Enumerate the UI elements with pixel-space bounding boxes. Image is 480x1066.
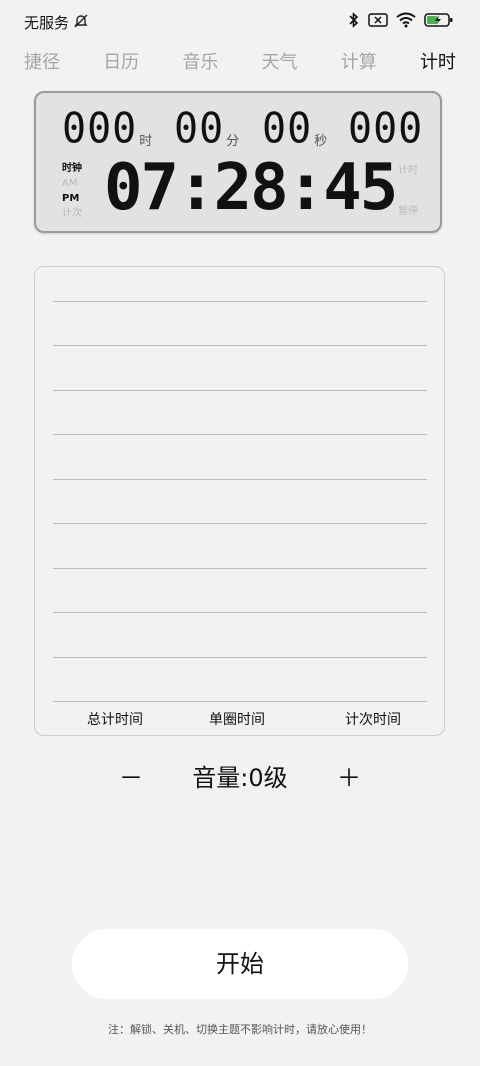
am-label: AM (62, 178, 78, 189)
mode-indicators: 时钟 AM PM 计次 (62, 161, 92, 221)
stopwatch-readout: 000 时 00 分 00 秒 000 (62, 104, 424, 154)
seconds-group: 00 秒 (262, 104, 328, 154)
total-time-header: 总计时间 (87, 712, 143, 728)
millis-group: 000 (348, 104, 424, 154)
mode-count-label: 计次 (62, 208, 82, 219)
volume-label: 音量:0级 (192, 764, 288, 792)
sim-none-icon (368, 12, 388, 28)
footer-note: 注：解锁、关机、切换主题不影响计时，请放心使用！ (108, 1023, 372, 1036)
timing-label: 计时 (398, 165, 418, 176)
seconds-unit: 秒 (314, 134, 328, 149)
start-button[interactable]: 开始 (72, 929, 408, 999)
battery-charging-icon (424, 12, 454, 28)
seconds-value: 00 (262, 104, 313, 154)
lap-time-header: 单圈时间 (209, 712, 265, 728)
count-time-header: 计次时间 (345, 712, 401, 728)
lap-list: 总计时间 单圈时间 计次时间 (34, 266, 445, 736)
volume-down-button[interactable]: － (116, 758, 146, 798)
hours-value: 000 (62, 104, 138, 154)
lap-row-divider (53, 301, 427, 302)
tab-bar: 捷径 日历 音乐 天气 计算 计时 (24, 46, 456, 76)
tab-timer[interactable]: 计时 (420, 46, 456, 76)
paused-label: 暂停 (398, 206, 418, 217)
lap-row-divider (53, 345, 427, 346)
state-indicators: 计时 暂停 (398, 161, 418, 217)
hours-group: 000 时 (62, 104, 153, 154)
hours-unit: 时 (139, 134, 153, 149)
lap-column-headers: 总计时间 单圈时间 计次时间 (35, 709, 444, 729)
millis-value: 000 (348, 104, 424, 154)
status-left: 无服务 (24, 12, 89, 33)
lap-row-divider (53, 479, 427, 480)
lap-row-divider (53, 523, 427, 524)
minutes-unit: 分 (226, 134, 240, 149)
status-right (348, 12, 454, 28)
lap-row-divider (53, 612, 427, 613)
bluetooth-icon (348, 12, 360, 28)
lap-row-divider (53, 434, 427, 435)
tab-weather[interactable]: 天气 (262, 46, 298, 76)
current-time: 07:28:45 (104, 151, 398, 225)
wifi-icon (396, 12, 416, 28)
tab-shortcuts[interactable]: 捷径 (24, 46, 60, 76)
minutes-value: 00 (174, 104, 225, 154)
lap-row-divider (53, 657, 427, 658)
lap-row-divider (53, 701, 427, 702)
status-bar: 无服务 (0, 0, 480, 44)
pm-label: PM (62, 193, 80, 204)
bell-muted-icon (73, 13, 89, 33)
clock-panel: 000 时 00 分 00 秒 000 时钟 AM PM 计次 07:28:45… (34, 91, 442, 233)
minutes-group: 00 分 (174, 104, 240, 154)
lap-row-divider (53, 390, 427, 391)
tab-calculator[interactable]: 计算 (341, 46, 377, 76)
mode-clock-label: 时钟 (62, 163, 82, 174)
volume-up-button[interactable]: ＋ (334, 758, 364, 798)
tab-music[interactable]: 音乐 (182, 46, 218, 76)
tab-calendar[interactable]: 日历 (103, 46, 139, 76)
lap-row-divider (53, 568, 427, 569)
network-status: 无服务 (24, 14, 70, 32)
volume-control: － 音量:0级 ＋ (0, 758, 480, 798)
